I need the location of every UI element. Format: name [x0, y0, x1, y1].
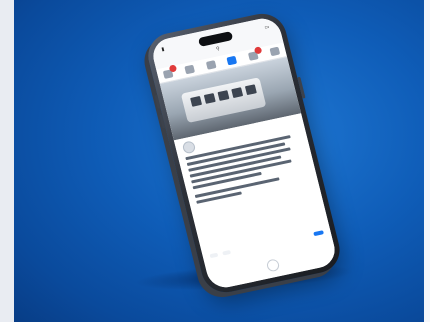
- notification-badge: [168, 64, 178, 73]
- phone-screen: ▮ ▭ ⚲: [149, 15, 339, 291]
- share-button[interactable]: [313, 230, 324, 237]
- search-icon: ⚲: [215, 45, 221, 53]
- friends-icon[interactable]: [184, 64, 196, 75]
- marketplace-icon[interactable]: [226, 55, 238, 66]
- battery-icon: ▭: [263, 24, 271, 31]
- phone-mockup: ▮ ▭ ⚲: [143, 9, 345, 297]
- power-button: [297, 76, 306, 99]
- right-border: [424, 0, 430, 322]
- home-icon[interactable]: [163, 64, 178, 79]
- comment-button[interactable]: [222, 249, 232, 256]
- notifications-icon[interactable]: [247, 46, 263, 61]
- signal-icon: ▮: [160, 46, 166, 53]
- phone-frame: ▮ ▭ ⚲: [143, 9, 345, 297]
- home-button-icon[interactable]: [265, 258, 281, 273]
- volume-up-button: [154, 94, 161, 109]
- tram-image: [180, 77, 267, 123]
- blue-backdrop: ▮ ▭ ⚲: [14, 0, 424, 322]
- like-button[interactable]: [209, 252, 219, 259]
- avatar[interactable]: [181, 140, 197, 155]
- volume-down-button: [159, 114, 166, 129]
- notification-badge: [253, 46, 263, 55]
- post-actions: [209, 230, 324, 259]
- menu-icon[interactable]: [269, 46, 280, 57]
- post-card: [173, 113, 339, 291]
- video-icon[interactable]: [205, 60, 217, 70]
